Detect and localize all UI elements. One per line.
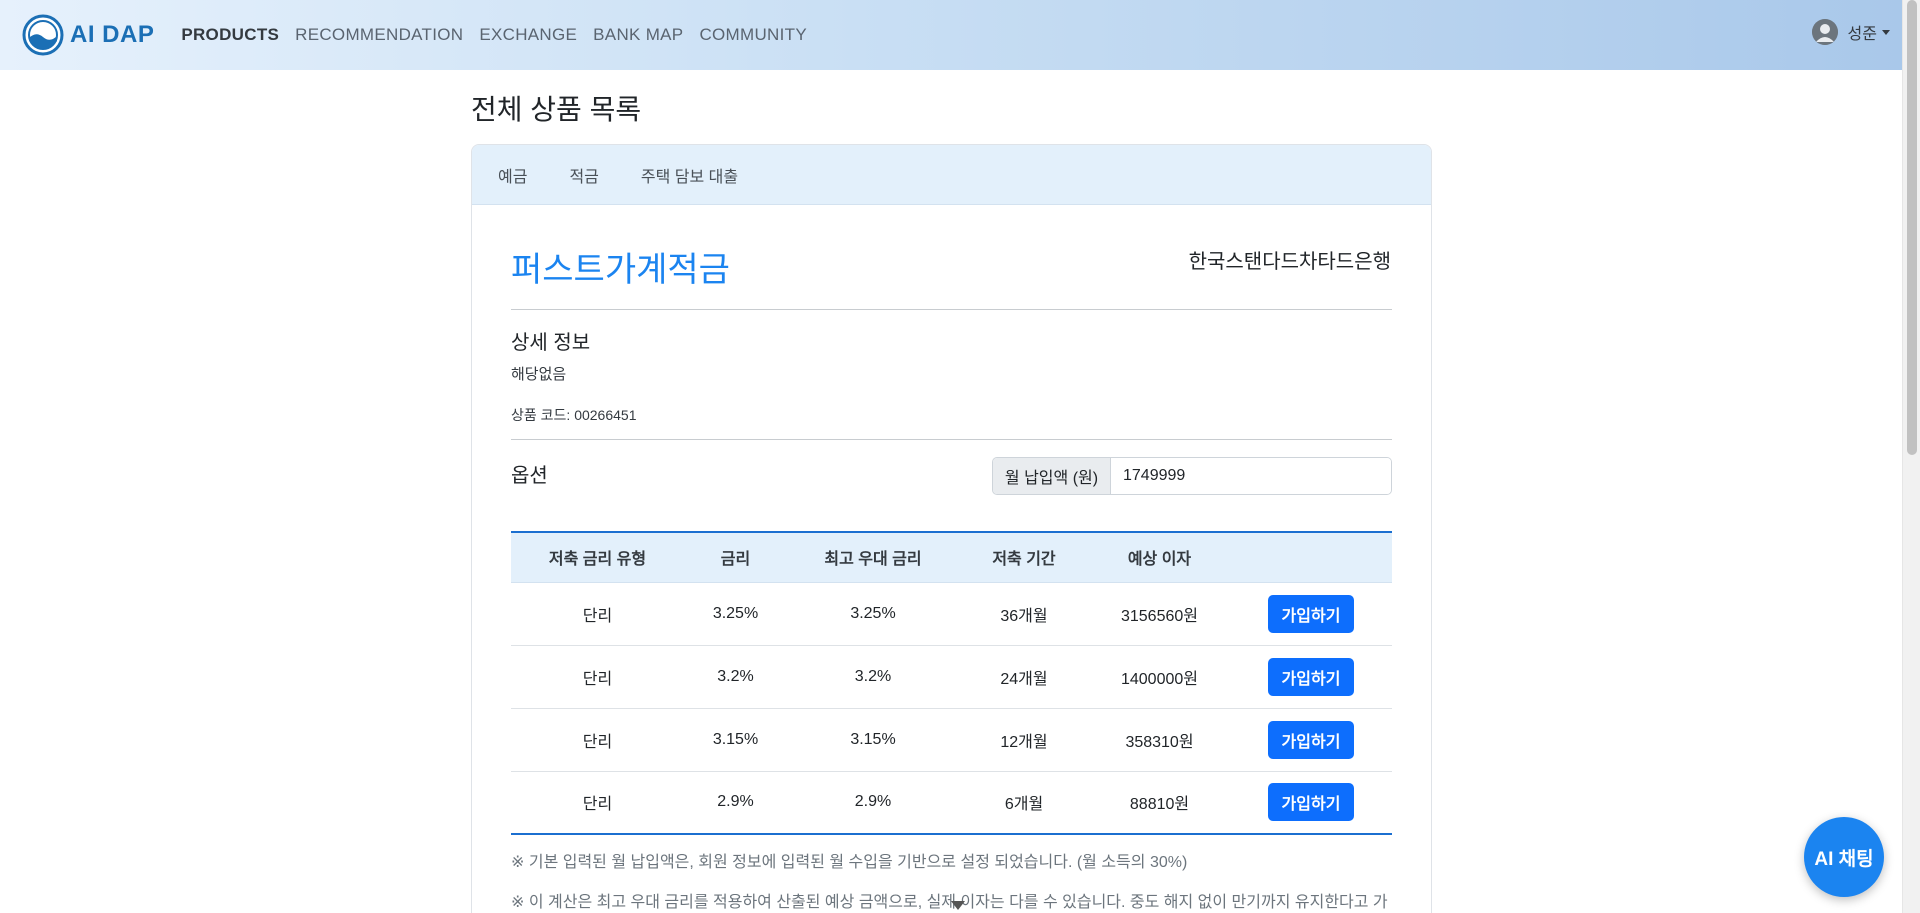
nav-products[interactable]: PRODUCTS	[181, 25, 279, 45]
tab-savings[interactable]: 적금	[569, 163, 598, 187]
cell-max-rate: 3.15%	[787, 708, 959, 772]
cell-period: 36개월	[959, 582, 1089, 646]
monthly-payment-label: 월 납입액 (원)	[993, 458, 1111, 494]
column-header: 저축 기간	[959, 532, 1089, 583]
cell-type: 단리	[582, 796, 613, 814]
cell-interest: 358310원	[1089, 708, 1230, 772]
product-code: 상품 코드: 00266451	[511, 407, 637, 423]
detail-text: 해당없음	[511, 366, 567, 383]
cell-period: 24개월	[959, 645, 1089, 709]
top-navbar: AI DAP PRODUCTS RECOMMENDATION EXCHANGE …	[0, 0, 1902, 70]
cell-type: 단리	[511, 708, 684, 772]
avatar-icon	[1811, 19, 1838, 45]
tab-deposit[interactable]: 예금	[498, 163, 527, 187]
column-header: 금리	[684, 532, 787, 583]
column-header: 최고 우대 금리	[787, 532, 959, 583]
join-button[interactable]: 가입하기	[1268, 657, 1354, 696]
cell-interest: 3156560원	[1089, 582, 1230, 646]
column-header: 예상 이자	[1089, 532, 1230, 583]
join-button[interactable]: 가입하기	[1268, 594, 1354, 633]
cell-max-rate: 3.2%	[787, 645, 959, 709]
join-button[interactable]: 가입하기	[1268, 720, 1354, 759]
cell-period: 12개월	[959, 708, 1089, 772]
nav-community[interactable]: COMMUNITY	[699, 25, 807, 45]
cell-type: 단리	[511, 582, 684, 646]
cell-rate: 3.15%	[684, 708, 787, 772]
scrollbar-thumb[interactable]	[1907, 0, 1917, 455]
cell-action: 가입하기	[1230, 582, 1392, 646]
divider	[511, 439, 1392, 440]
table-row: 단리 3.15% 3.15% 12개월 358310원 가입하기	[511, 708, 1392, 772]
user-name: 성준	[1847, 26, 1877, 43]
column-header	[1230, 532, 1392, 583]
cell-type: 단리	[511, 645, 684, 709]
page-scrollbar[interactable]	[1902, 0, 1920, 913]
column-header: 저축 금리 유형	[511, 532, 684, 583]
rate-table: 저축 금리 유형 금리 최고 우대 금리 저축 기간 예상 이자 단리 3.25…	[511, 531, 1392, 835]
product-name: 퍼스트가계적금	[511, 251, 730, 289]
page-title: 전체 상품 목록	[471, 94, 642, 125]
nav-recommendation[interactable]: RECOMMENDATION	[295, 25, 463, 45]
brand-name: AI DAP	[70, 21, 155, 48]
cell-interest: 1400000원	[1089, 645, 1230, 709]
chevron-down-icon	[1882, 29, 1890, 35]
cell-max-rate: 3.25%	[787, 582, 959, 646]
nav-exchange[interactable]: EXCHANGE	[479, 25, 577, 45]
bank-name: 한국스탠다드차타드은행	[1188, 251, 1391, 273]
scroll-down-arrow-icon[interactable]	[951, 901, 965, 910]
divider	[511, 309, 1392, 310]
ai-chat-button[interactable]: AI 채팅	[1804, 817, 1884, 897]
cell-action: 가입하기	[1230, 771, 1392, 834]
options-section-title: 옵션	[511, 465, 548, 487]
cell-max-rate: 2.9%	[854, 793, 892, 811]
nav-bank-map[interactable]: BANK MAP	[593, 25, 683, 45]
cell-rate: 2.9%	[717, 793, 754, 811]
detail-section-title: 상세 정보	[511, 332, 591, 354]
table-row: 단리 3.2% 3.2% 24개월 1400000원 가입하기	[511, 645, 1392, 709]
table-row: 단리 3.25% 3.25% 36개월 3156560원 가입하기	[511, 582, 1392, 646]
cell-rate: 3.2%	[684, 645, 787, 709]
main-nav: PRODUCTS RECOMMENDATION EXCHANGE BANK MA…	[181, 25, 823, 45]
category-tabs: 예금 적금 주택 담보 대출	[472, 145, 1431, 205]
brand-link[interactable]: AI DAP	[22, 14, 154, 56]
note-monthly-basis: ※ 기본 입력된 월 납입액은, 회원 정보에 입력된 월 수입을 기반으로 설…	[511, 854, 1188, 871]
cell-action: 가입하기	[1230, 708, 1392, 772]
join-button[interactable]: 가입하기	[1268, 783, 1354, 822]
monthly-payment-input[interactable]	[1111, 458, 1391, 494]
tab-mortgage[interactable]: 주택 담보 대출	[641, 163, 738, 187]
cell-period: 6개월	[1004, 796, 1044, 814]
user-menu[interactable]: 성준	[1811, 19, 1890, 45]
table-header-row: 저축 금리 유형 금리 최고 우대 금리 저축 기간 예상 이자	[511, 532, 1392, 583]
cell-rate: 3.25%	[684, 582, 787, 646]
brand-logo-icon	[22, 14, 64, 56]
cell-action: 가입하기	[1230, 645, 1392, 709]
table-row: 단리 2.9% 2.9% 6개월 88810원 가입하기	[511, 771, 1392, 834]
cell-interest: 88810원	[1129, 796, 1190, 814]
monthly-payment-group: 월 납입액 (원)	[992, 457, 1392, 495]
